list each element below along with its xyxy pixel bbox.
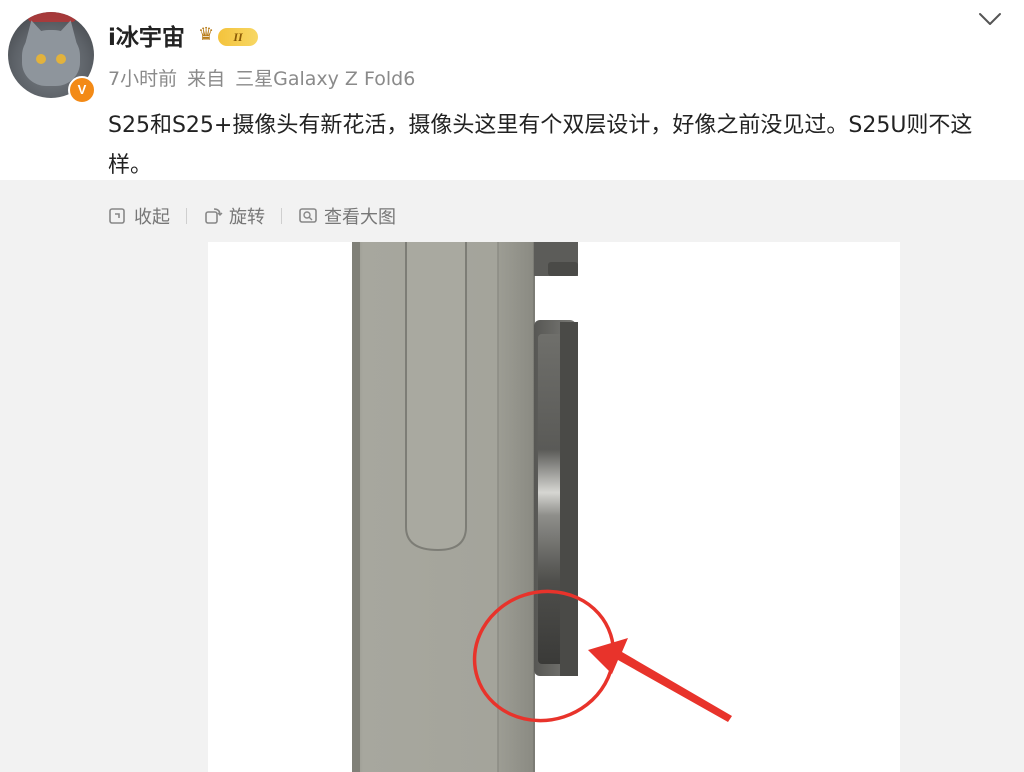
level-badge[interactable]: ♛ II — [198, 24, 260, 50]
collapse-label: 收起 — [134, 207, 170, 228]
toolbar-divider — [281, 208, 282, 224]
collapse-icon — [109, 208, 125, 224]
rotate-icon — [205, 208, 223, 224]
post-meta: 7小时前 来自 三星Galaxy Z Fold6 — [108, 64, 425, 91]
source-device[interactable]: 三星Galaxy Z Fold6 — [235, 68, 415, 90]
camera-ring-lip — [560, 322, 578, 676]
rotate-label: 旋转 — [229, 207, 265, 228]
username[interactable]: i冰宇宙 — [108, 18, 185, 52]
source-prefix: 来自 — [187, 68, 226, 90]
cat-face — [22, 30, 80, 86]
verified-badge: V — [68, 76, 96, 104]
rotate-button[interactable]: 旋转 — [203, 203, 265, 229]
media-toolbar: 收起 旋转 查看大图 — [108, 202, 396, 230]
chevron-down-icon — [979, 13, 1001, 25]
phone-camera-render — [352, 242, 732, 772]
post-image[interactable] — [208, 242, 900, 772]
cat-eye — [36, 54, 46, 64]
post-time[interactable]: 7小时前 — [108, 68, 177, 90]
frame-groove — [498, 242, 534, 772]
post-header: V i冰宇宙 ♛ II 7小时前 来自 三星Galaxy Z Fold6 S25和S… — [0, 0, 1024, 180]
more-options-button[interactable] — [976, 8, 1004, 30]
view-large-icon — [299, 208, 317, 223]
frame-edge — [352, 242, 360, 772]
post-text: S25和S25+摄像头有新花活，摄像头这里有个双层设计，好像之前没见过。S25U… — [108, 113, 973, 178]
toolbar-divider — [186, 208, 187, 224]
side-button-slot — [405, 242, 467, 552]
cat-eye — [56, 54, 66, 64]
level-label: II — [218, 28, 258, 46]
view-large-label: 查看大图 — [324, 207, 396, 228]
annotation-arrow — [588, 638, 732, 722]
view-large-button[interactable]: 查看大图 — [298, 203, 396, 229]
upper-camera-bump-lip — [548, 262, 578, 276]
crown-icon: ♛ — [198, 24, 215, 45]
media-area: 收起 旋转 查看大图 — [0, 180, 1024, 772]
collapse-button[interactable]: 收起 — [108, 203, 170, 229]
